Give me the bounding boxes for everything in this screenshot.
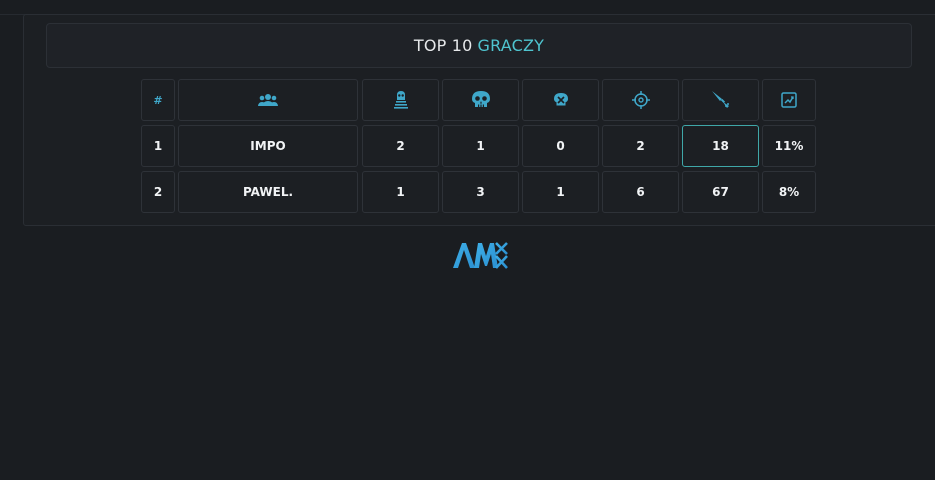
row-1-player-name[interactable]: IMPO [178,125,358,167]
header-col5[interactable] [522,79,599,121]
top-strip [0,0,935,15]
page-title: TOP 10 GRACZY [46,23,912,68]
row-1-col3: 2 [362,125,439,167]
row-1-col7: 18 [682,125,759,167]
row-2-col7: 67 [682,171,759,213]
knife-icon [711,91,730,109]
title-accent: GRACZY [477,36,545,55]
page: TOP 10 GRACZY # 1 IMPO 2 1 0 2 18 11% 2 … [0,0,935,480]
header-rank: # [141,79,175,121]
header-col7[interactable] [682,79,759,121]
row-1-col8: 11% [762,125,816,167]
tombstone-icon [393,91,408,109]
skull-icon [471,91,490,109]
title-prefix: TOP 10 [413,36,473,55]
skull-crosshair-icon [553,93,568,107]
row-2-player-name[interactable]: PAWEL. [178,171,358,213]
players-icon [258,93,278,107]
header-players[interactable] [178,79,358,121]
target-icon [631,91,650,109]
rank-header-label: # [153,93,163,107]
row-1-col6: 2 [602,125,679,167]
row-2-col6: 6 [602,171,679,213]
row-2-col3: 1 [362,171,439,213]
row-1-rank: 1 [141,125,175,167]
amx-logo[interactable] [452,240,508,270]
row-2-col8: 8% [762,171,816,213]
chart-icon [781,92,797,108]
header-col3[interactable] [362,79,439,121]
row-2-rank: 2 [141,171,175,213]
row-2-col4: 3 [442,171,519,213]
row-1-col4: 1 [442,125,519,167]
row-1-col5: 0 [522,125,599,167]
row-2-col5: 1 [522,171,599,213]
header-col6[interactable] [602,79,679,121]
header-col4[interactable] [442,79,519,121]
header-col8[interactable] [762,79,816,121]
